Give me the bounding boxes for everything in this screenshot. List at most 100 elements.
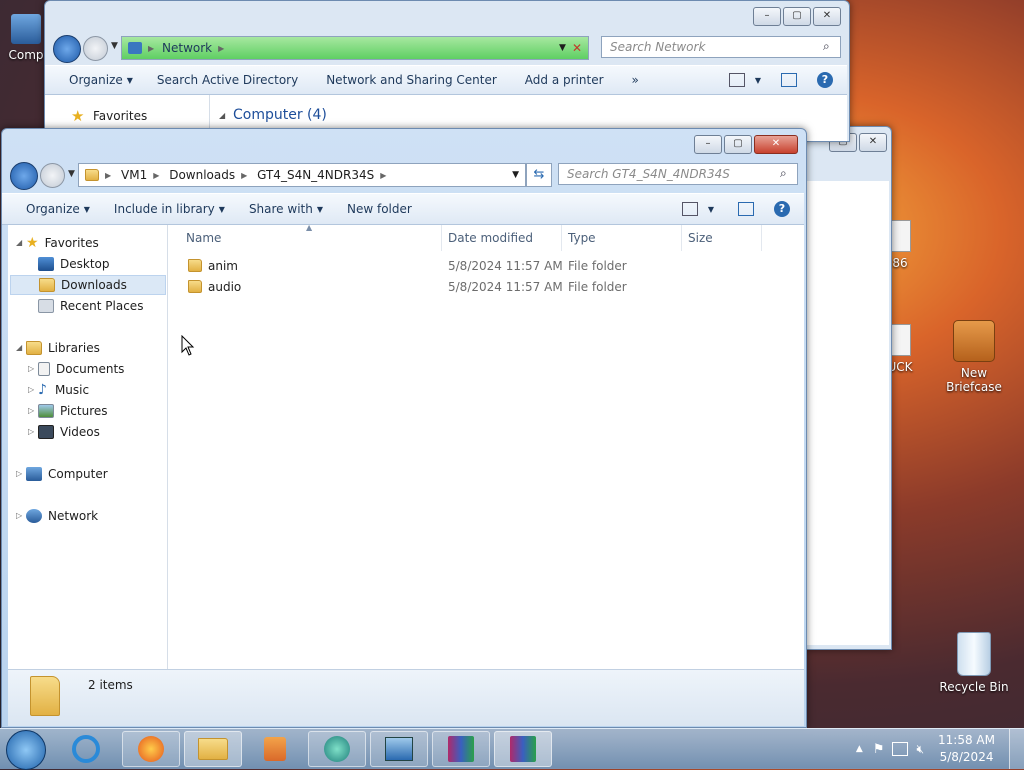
nav-favorites[interactable]: Favorites <box>93 109 147 123</box>
taskbar-winrar-2[interactable] <box>494 731 552 767</box>
chevron-right-icon[interactable]: ▶ <box>380 171 390 180</box>
column-type[interactable]: Type <box>562 225 682 251</box>
preview-pane-icon[interactable] <box>781 73 797 87</box>
media-player-icon <box>264 737 286 761</box>
minimize-button[interactable]: – <box>694 135 722 154</box>
help-icon[interactable]: ? <box>817 72 833 88</box>
desktop-icon-recycle-bin[interactable]: Recycle Bin <box>932 632 1016 694</box>
column-date-modified[interactable]: Date modified <box>442 225 562 251</box>
maximize-button[interactable]: ▢ <box>783 7 811 26</box>
share-with-button[interactable]: Share with <box>235 202 327 216</box>
chevron-right-icon[interactable]: ▶ <box>153 171 163 180</box>
search-input[interactable]: Search GT4_S4N_4NDR34S <box>558 163 798 185</box>
history-dropdown-icon[interactable]: ▼ <box>68 169 75 179</box>
nav-videos[interactable]: ▷ Videos <box>28 422 100 442</box>
breadcrumb-vm1[interactable]: VM1 <box>121 168 147 182</box>
system-tray: ▲ ⚑ 🔇︎ 11:58 AM 5/8/2024 <box>856 729 1024 769</box>
help-icon[interactable]: ? <box>774 201 790 217</box>
taskbar-media-player[interactable] <box>246 731 304 767</box>
network-status-icon[interactable] <box>892 742 909 756</box>
action-center-icon[interactable]: ⚑ <box>873 742 885 757</box>
show-desktop-button[interactable] <box>1009 729 1024 769</box>
folder-icon <box>85 169 99 181</box>
chevron-down-icon[interactable]: ▼ <box>708 205 714 214</box>
expanded-icon[interactable]: ◢ <box>16 338 26 358</box>
more-commands-button[interactable]: » <box>618 73 653 87</box>
chevron-right-icon[interactable]: ▶ <box>241 171 251 180</box>
address-segment[interactable]: Network <box>162 41 212 55</box>
group-header[interactable]: Computer (4) <box>233 107 327 123</box>
table-row[interactable]: anim 5/8/2024 11:57 AM File folder <box>186 256 786 276</box>
row-date: 5/8/2024 11:57 AM <box>448 280 563 294</box>
collapsed-icon[interactable]: ▷ <box>28 359 38 379</box>
address-dropdown-icon[interactable]: ▼ <box>512 170 519 180</box>
nav-network[interactable]: ▷ Network <box>16 506 98 526</box>
clock[interactable]: 11:58 AM 5/8/2024 <box>938 732 995 766</box>
close-button[interactable]: ✕ <box>859 133 887 152</box>
nav-desktop[interactable]: Desktop <box>38 254 110 274</box>
close-button[interactable]: ✕ <box>813 7 841 26</box>
search-icon[interactable]: ⌕ <box>780 166 787 181</box>
breadcrumb-downloads[interactable]: Downloads <box>169 168 235 182</box>
network-sharing-center-button[interactable]: Network and Sharing Center <box>312 73 511 87</box>
nav-music[interactable]: ▷ ♪ Music <box>28 380 89 400</box>
collapsed-icon[interactable]: ▷ <box>28 380 38 400</box>
collapse-icon[interactable]: ◢ <box>219 111 225 120</box>
collapsed-icon[interactable]: ▷ <box>16 464 26 484</box>
history-dropdown-icon[interactable]: ▼ <box>111 41 118 51</box>
forward-button[interactable] <box>40 163 65 188</box>
taskbar-app[interactable] <box>308 731 366 767</box>
back-button[interactable] <box>10 162 38 190</box>
chevron-down-icon[interactable]: ▼ <box>755 76 761 85</box>
taskbar-remote-desktop[interactable] <box>370 731 428 767</box>
address-dropdown-icon[interactable]: ▼ <box>559 43 566 53</box>
refresh-button[interactable]: ⇆ <box>526 163 552 187</box>
address-bar[interactable]: ▶ Network ▶ ▼ ✕ <box>121 36 589 60</box>
include-in-library-button[interactable]: Include in library <box>100 202 229 216</box>
show-hidden-icons-icon[interactable]: ▲ <box>856 744 863 754</box>
search-active-directory-button[interactable]: Search Active Directory <box>143 73 312 87</box>
start-button[interactable] <box>6 730 46 770</box>
collapsed-icon[interactable]: ▷ <box>16 506 26 526</box>
computer-icon <box>26 467 42 481</box>
preview-pane-icon[interactable] <box>738 202 754 216</box>
network-icon <box>26 509 42 523</box>
column-size[interactable]: Size <box>682 225 762 251</box>
desktop-icon-new-briefcase[interactable]: New Briefcase <box>932 320 1016 394</box>
nav-favorites[interactable]: ◢ ★ Favorites <box>16 233 99 253</box>
network-icon <box>128 42 142 54</box>
search-icon[interactable]: ⌕ <box>823 39 830 54</box>
nav-pictures[interactable]: ▷ Pictures <box>28 401 108 421</box>
view-options-icon[interactable] <box>728 73 745 87</box>
internet-explorer-icon[interactable] <box>72 735 100 763</box>
maximize-button[interactable]: ▢ <box>724 135 752 154</box>
breadcrumb-current-folder[interactable]: GT4_S4N_4NDR34S <box>257 168 374 182</box>
search-input[interactable]: Search Network <box>601 36 841 58</box>
nav-downloads[interactable]: Downloads <box>10 275 166 295</box>
organize-button[interactable]: Organize <box>2 202 94 216</box>
winrar-icon <box>448 736 474 762</box>
nav-computer[interactable]: ▷ Computer <box>16 464 108 484</box>
taskbar-firefox[interactable] <box>122 731 180 767</box>
forward-button[interactable] <box>83 36 108 61</box>
nav-libraries[interactable]: ◢ Libraries <box>16 338 100 358</box>
taskbar-winrar-1[interactable] <box>432 731 490 767</box>
new-folder-button[interactable]: New folder <box>333 202 426 216</box>
collapsed-icon[interactable]: ▷ <box>28 401 38 421</box>
close-button[interactable]: ✕ <box>754 135 798 154</box>
nav-documents[interactable]: ▷ Documents <box>28 359 124 379</box>
back-button[interactable] <box>53 35 81 63</box>
view-options-icon[interactable] <box>681 202 698 216</box>
stop-icon[interactable]: ✕ <box>572 41 582 55</box>
volume-muted-icon[interactable]: 🔇︎ <box>916 742 924 757</box>
add-printer-button[interactable]: Add a printer <box>511 73 618 87</box>
taskbar-explorer[interactable] <box>184 731 242 767</box>
minimize-button[interactable]: – <box>753 7 781 26</box>
address-bar[interactable]: ▶ VM1 ▶ Downloads ▶ GT4_S4N_4NDR34S ▶ ▼ <box>78 163 526 187</box>
organize-button[interactable]: Organize <box>45 73 137 87</box>
table-row[interactable]: audio 5/8/2024 11:57 AM File folder <box>186 277 786 297</box>
chevron-right-icon: ▶ <box>148 43 155 53</box>
expanded-icon[interactable]: ◢ <box>16 233 26 253</box>
collapsed-icon[interactable]: ▷ <box>28 422 38 442</box>
nav-recent-places[interactable]: Recent Places <box>38 296 143 316</box>
